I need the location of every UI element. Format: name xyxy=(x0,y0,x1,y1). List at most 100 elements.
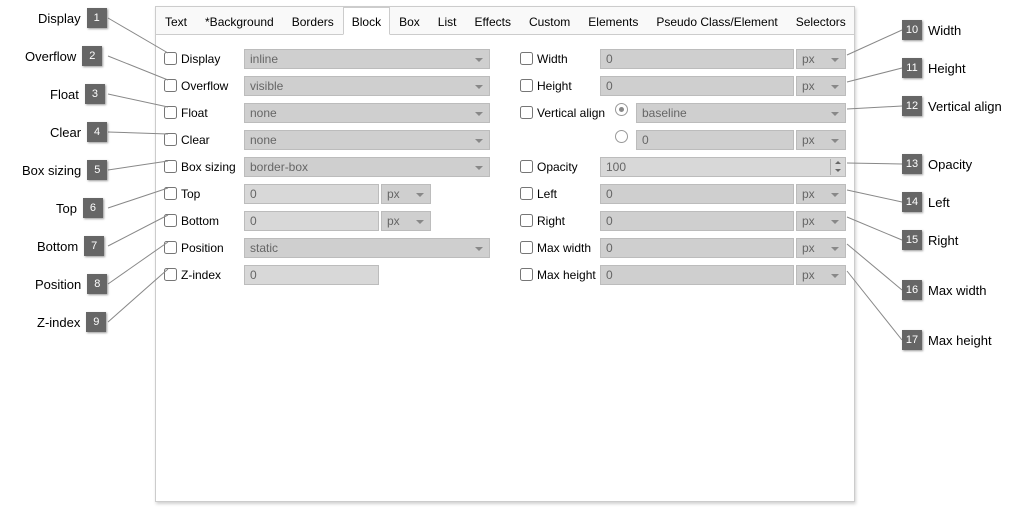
float-select[interactable]: none xyxy=(244,103,490,123)
callout-12: 12 Vertical align xyxy=(902,96,1002,116)
bottom-checkbox[interactable] xyxy=(164,214,177,227)
valign-check[interactable]: Vertical align xyxy=(520,106,615,120)
valign-unit[interactable]: px xyxy=(796,130,846,150)
zindex-check[interactable]: Z-index xyxy=(164,268,244,282)
position-checkbox[interactable] xyxy=(164,241,177,254)
callout-label: Box sizing xyxy=(22,163,81,178)
overflow-label: Overflow xyxy=(181,79,228,93)
overflow-checkbox[interactable] xyxy=(164,79,177,92)
tab-selectors[interactable]: Selectors xyxy=(787,7,855,34)
callout-label: Height xyxy=(928,61,966,76)
top-checkbox[interactable] xyxy=(164,187,177,200)
tab-borders[interactable]: Borders xyxy=(283,7,343,34)
display-select[interactable]: inline xyxy=(244,49,490,69)
maxh-check[interactable]: Max height xyxy=(520,268,600,282)
zindex-checkbox[interactable] xyxy=(164,268,177,281)
clear-check[interactable]: Clear xyxy=(164,133,244,147)
tab-box[interactable]: Box xyxy=(390,7,429,34)
callout-label: Vertical align xyxy=(928,99,1002,114)
valign-label: Vertical align xyxy=(537,106,605,120)
tab-list[interactable]: List xyxy=(429,7,466,34)
maxw-unit[interactable]: px xyxy=(796,238,846,258)
right-input[interactable]: 0 xyxy=(600,211,794,231)
left-column: Display inline Overflow visible Float no… xyxy=(164,45,490,288)
tab-background[interactable]: *Background xyxy=(196,7,283,34)
right-check[interactable]: Right xyxy=(520,214,600,228)
top-unit[interactable]: px xyxy=(381,184,431,204)
right-unit[interactable]: px xyxy=(796,211,846,231)
tabs: Text *Background Borders Block Box List … xyxy=(156,7,854,35)
callout-label: Left xyxy=(928,195,950,210)
width-unit[interactable]: px xyxy=(796,49,846,69)
clear-select[interactable]: none xyxy=(244,130,490,150)
left-input[interactable]: 0 xyxy=(600,184,794,204)
maxw-checkbox[interactable] xyxy=(520,241,533,254)
callout-16: 16Max width xyxy=(902,280,987,300)
tab-elements[interactable]: Elements xyxy=(579,7,647,34)
position-label: Position xyxy=(181,241,224,255)
opacity-spinner[interactable] xyxy=(830,159,844,175)
top-check[interactable]: Top xyxy=(164,187,244,201)
valign-radio-keyword[interactable] xyxy=(615,103,628,116)
left-unit[interactable]: px xyxy=(796,184,846,204)
bottom-unit[interactable]: px xyxy=(381,211,431,231)
maxh-unit[interactable]: px xyxy=(796,265,846,285)
callout-7: 7Bottom xyxy=(37,236,104,256)
opacity-input[interactable]: 100 xyxy=(600,157,846,177)
tab-custom[interactable]: Custom xyxy=(520,7,579,34)
bottom-check[interactable]: Bottom xyxy=(164,214,244,228)
maxw-input[interactable]: 0 xyxy=(600,238,794,258)
callout-badge: 2 xyxy=(82,46,102,66)
right-checkbox[interactable] xyxy=(520,214,533,227)
position-check[interactable]: Position xyxy=(164,241,244,255)
height-unit[interactable]: px xyxy=(796,76,846,96)
callout-badge: 12 xyxy=(902,96,922,116)
maxh-input[interactable]: 0 xyxy=(600,265,794,285)
tab-block[interactable]: Block xyxy=(343,7,390,35)
maxw-check[interactable]: Max width xyxy=(520,241,600,255)
boxsizing-label: Box sizing xyxy=(181,160,236,174)
left-check[interactable]: Left xyxy=(520,187,600,201)
leftp-label: Left xyxy=(537,187,557,201)
callout-10: 10Width xyxy=(902,20,961,40)
callout-13: 13Opacity xyxy=(902,154,972,174)
height-checkbox[interactable] xyxy=(520,79,533,92)
maxh-checkbox[interactable] xyxy=(520,268,533,281)
callout-badge: 13 xyxy=(902,154,922,174)
height-check[interactable]: Height xyxy=(520,79,600,93)
valign-radio-length[interactable] xyxy=(615,130,628,143)
overflow-select[interactable]: visible xyxy=(244,76,490,96)
callout-badge: 9 xyxy=(86,312,106,332)
opacity-checkbox[interactable] xyxy=(520,160,533,173)
position-select[interactable]: static xyxy=(244,238,490,258)
boxsizing-select[interactable]: border-box xyxy=(244,157,490,177)
callout-badge: 5 xyxy=(87,160,107,180)
callout-badge: 1 xyxy=(87,8,107,28)
zindex-input[interactable]: 0 xyxy=(244,265,379,285)
bottom-input[interactable]: 0 xyxy=(244,211,379,231)
valign-select[interactable]: baseline xyxy=(636,103,846,123)
width-checkbox[interactable] xyxy=(520,52,533,65)
boxsizing-check[interactable]: Box sizing xyxy=(164,160,244,174)
display-checkbox[interactable] xyxy=(164,52,177,65)
width-check[interactable]: Width xyxy=(520,52,600,66)
float-label: Float xyxy=(181,106,208,120)
left-checkbox[interactable] xyxy=(520,187,533,200)
boxsizing-checkbox[interactable] xyxy=(164,160,177,173)
width-input[interactable]: 0 xyxy=(600,49,794,69)
float-checkbox[interactable] xyxy=(164,106,177,119)
callout-2: 2Overflow xyxy=(25,46,102,66)
tab-pseudo[interactable]: Pseudo Class/Element xyxy=(647,7,786,34)
valign-input[interactable]: 0 xyxy=(636,130,794,150)
opacity-check[interactable]: Opacity xyxy=(520,160,600,174)
display-check[interactable]: Display xyxy=(164,52,244,66)
tab-effects[interactable]: Effects xyxy=(465,7,519,34)
clear-checkbox[interactable] xyxy=(164,133,177,146)
overflow-check[interactable]: Overflow xyxy=(164,79,244,93)
valign-checkbox[interactable] xyxy=(520,106,533,119)
top-input[interactable]: 0 xyxy=(244,184,379,204)
height-input[interactable]: 0 xyxy=(600,76,794,96)
tab-text[interactable]: Text xyxy=(156,7,196,34)
float-check[interactable]: Float xyxy=(164,106,244,120)
callout-8: 8Position xyxy=(35,274,107,294)
